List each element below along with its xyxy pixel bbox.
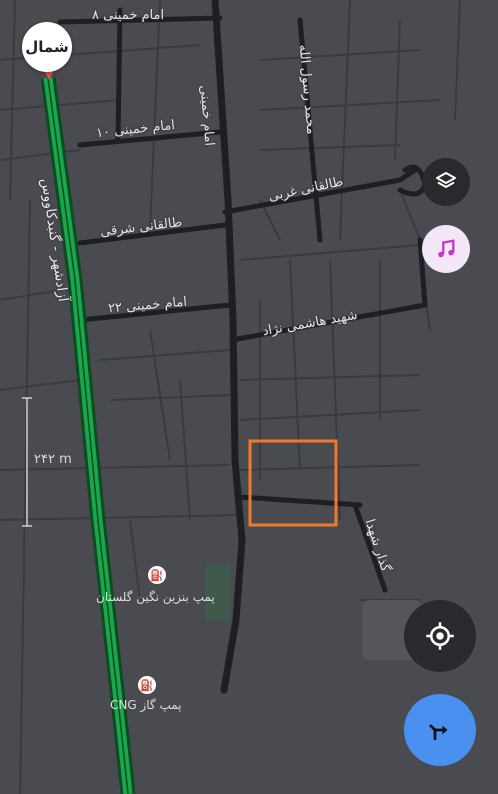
compass-label: شمال <box>25 38 69 56</box>
my-location-button[interactable] <box>404 600 476 672</box>
music-note-icon <box>438 239 455 258</box>
gas-station-icon[interactable]: ⛽ <box>148 566 166 584</box>
map-canvas[interactable] <box>0 0 498 794</box>
cng-station-icon[interactable]: ⛽ <box>138 676 156 694</box>
layers-icon <box>436 172 456 188</box>
street-label-khomeini-8: امام خمینی ۸ <box>92 8 165 23</box>
poi-cng-station[interactable]: پمپ گاز CNG <box>110 698 182 712</box>
my-location-icon <box>426 622 454 650</box>
directions-icon <box>429 724 448 740</box>
poi-gas-station[interactable]: پمپ بنزین نگین گلستان <box>96 590 215 604</box>
layers-button[interactable] <box>422 158 470 206</box>
music-button[interactable] <box>422 225 470 273</box>
compass-north-button[interactable]: شمال <box>22 22 72 72</box>
scale-label: ۲۴۲ m <box>34 452 72 467</box>
directions-button[interactable] <box>404 694 476 766</box>
